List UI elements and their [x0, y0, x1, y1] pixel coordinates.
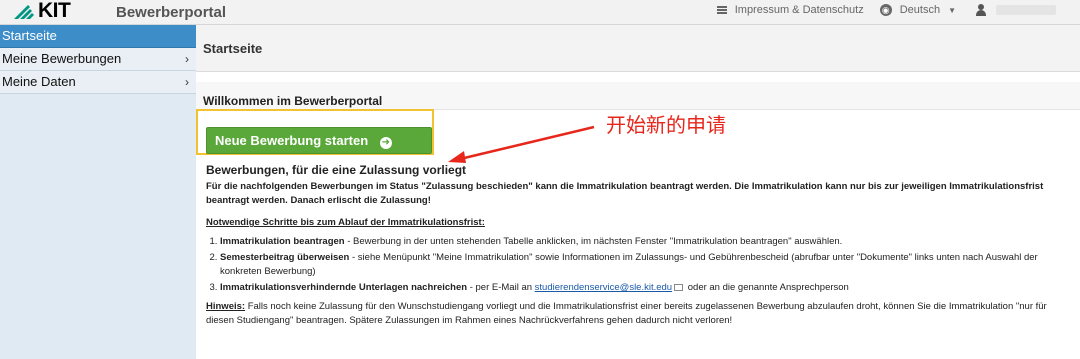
logo-text: KIT [38, 0, 71, 22]
new-application-label: Neue Bewerbung starten [215, 133, 369, 148]
step-text: oder an die genannte Ansprechperson [685, 282, 849, 293]
sidebar-item-startseite[interactable]: Startseite [0, 25, 196, 48]
step-title: Semesterbeitrag überweisen [220, 252, 350, 263]
step-title: Immatrikulationsverhindernde Unterlagen … [220, 282, 468, 293]
welcome-heading: Willkommen im Bewerberportal [196, 72, 1080, 110]
email-link[interactable]: studierendenservice@sle.kit.edu [535, 282, 672, 293]
page-title: Startseite [196, 25, 1080, 72]
mail-icon [674, 283, 684, 291]
top-right-menu: Impressum & Datenschutz ◉ Deutsch ▼ [716, 4, 1056, 16]
steps-title: Notwendige Schritte bis zum Ablauf der I… [206, 217, 485, 228]
step-text: - per E-Mail an [467, 282, 535, 293]
annotation-arrow-icon [448, 125, 595, 163]
list-item: Semesterbeitrag überweisen - siehe Menüp… [220, 251, 1074, 279]
chevron-right-icon: › [185, 52, 189, 66]
intro-text: Für die nachfolgenden Bewerbungen im Sta… [206, 181, 1044, 206]
kit-logo-mark-icon [14, 3, 36, 19]
menu-icon [716, 6, 727, 14]
list-item: Immatrikulation beantragen - Bewerbung i… [220, 235, 1074, 249]
user-icon[interactable] [976, 4, 986, 16]
language-select[interactable]: Deutsch [900, 4, 940, 16]
chevron-right-icon: › [185, 75, 189, 89]
chevron-down-icon[interactable]: ▼ [948, 6, 956, 15]
step-text: - Bewerbung in der unten stehenden Tabel… [344, 236, 843, 247]
main-content: Startseite Willkommen im Bewerberportal … [196, 25, 1080, 359]
section-title: Bewerbungen, für die eine Zulassung vorl… [206, 163, 467, 177]
globe-icon: ◉ [879, 4, 892, 16]
sidebar-item-label: Startseite [2, 28, 57, 43]
new-application-button[interactable]: Neue Bewerbung starten ➜ [206, 127, 432, 154]
user-name-redacted[interactable] [996, 5, 1056, 15]
sidebar-item-meine-daten[interactable]: Meine Daten › [0, 71, 196, 94]
hint-body: Falls noch keine Zulassung für den Wunsc… [206, 301, 1047, 326]
arrow-right-circle-icon: ➜ [379, 137, 392, 149]
sidebar: Startseite Meine Bewerbungen › Meine Dat… [0, 25, 196, 359]
steps-list: Immatrikulation beantragen - Bewerbung i… [206, 235, 1074, 295]
hint-label: Hinweis: [206, 301, 246, 312]
sidebar-item-meine-bewerbungen[interactable]: Meine Bewerbungen › [0, 48, 196, 71]
impressum-link[interactable]: Impressum & Datenschutz [735, 4, 864, 16]
hint-text: Hinweis: Falls noch keine Zulassung für … [206, 300, 1074, 328]
top-bar: KIT Bewerberportal Impressum & Datenschu… [0, 0, 1080, 25]
admission-section: Bewerbungen, für die eine Zulassung vorl… [206, 163, 1074, 328]
sidebar-item-label: Meine Bewerbungen [2, 51, 122, 66]
kit-logo[interactable]: KIT [14, 0, 71, 22]
sidebar-item-label: Meine Daten [2, 74, 76, 89]
app-title: Bewerberportal [116, 4, 227, 21]
step-title: Immatrikulation beantragen [220, 236, 345, 247]
list-item: Immatrikulationsverhindernde Unterlagen … [220, 281, 1074, 295]
annotation-text: 开始新的申请 [606, 113, 726, 137]
